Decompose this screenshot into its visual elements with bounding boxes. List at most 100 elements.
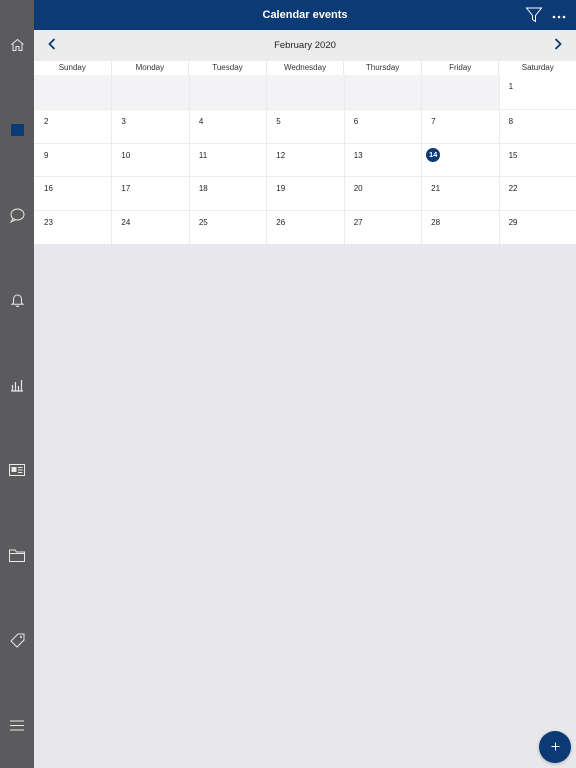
day-number: 18 bbox=[198, 184, 208, 194]
calendar-day-cell[interactable]: 7 bbox=[421, 108, 499, 143]
weekday-label: Friday bbox=[420, 61, 499, 75]
sidebar-item-news[interactable] bbox=[0, 455, 34, 485]
plus-icon bbox=[551, 738, 560, 756]
add-event-button[interactable] bbox=[539, 731, 571, 763]
calendar-day-cell[interactable]: 9 bbox=[34, 142, 112, 177]
sidebar bbox=[0, 0, 34, 768]
day-number: 8 bbox=[508, 116, 514, 126]
calendar-day-cell[interactable]: 1 bbox=[498, 75, 576, 109]
weekday-label: Tuesday bbox=[188, 61, 266, 75]
calendar-empty-cell bbox=[266, 75, 344, 109]
calendar-day-cell[interactable]: 16 bbox=[34, 176, 112, 211]
sidebar-item-calendar[interactable] bbox=[0, 115, 34, 145]
calendar-empty-cell bbox=[343, 75, 422, 109]
filter-button[interactable] bbox=[525, 6, 543, 24]
chat-icon bbox=[9, 208, 25, 223]
sidebar-item-menu[interactable] bbox=[0, 710, 34, 740]
month-label: February 2020 bbox=[274, 40, 336, 51]
sidebar-item-tags[interactable] bbox=[0, 625, 34, 655]
calendar-day-cell[interactable]: 12 bbox=[266, 142, 344, 177]
calendar-day-cell[interactable]: 18 bbox=[188, 176, 267, 211]
tag-icon bbox=[9, 633, 25, 648]
weekday-label: Sunday bbox=[58, 63, 86, 72]
calendar-day-cell[interactable]: 3 bbox=[111, 108, 189, 143]
more-icon bbox=[552, 6, 566, 24]
calendar-day-cell[interactable]: 11 bbox=[188, 142, 267, 177]
sidebar-item-notifications[interactable] bbox=[0, 285, 34, 315]
calendar-day-cell[interactable]: 20 bbox=[343, 176, 422, 211]
home-icon bbox=[10, 38, 25, 52]
newspaper-icon bbox=[9, 464, 25, 476]
page-title: Calendar events bbox=[262, 9, 348, 21]
weekday-label: Saturday bbox=[498, 61, 576, 75]
calendar-icon bbox=[10, 124, 24, 136]
folder-icon bbox=[9, 549, 25, 562]
day-number: 25 bbox=[198, 218, 208, 228]
day-number: 20 bbox=[353, 184, 363, 194]
day-number: 21 bbox=[431, 184, 441, 194]
sidebar-item-home[interactable] bbox=[0, 30, 34, 60]
day-number: 19 bbox=[276, 184, 286, 194]
day-number: 15 bbox=[508, 150, 518, 160]
filter-icon bbox=[525, 7, 543, 28]
day-number: 16 bbox=[44, 184, 53, 194]
calendar-empty-cell bbox=[111, 75, 189, 109]
calendar-day-cell[interactable]: 2 bbox=[34, 108, 112, 143]
day-number: 24 bbox=[121, 218, 131, 228]
calendar-day-cell[interactable]: 29 bbox=[498, 210, 576, 244]
chevron-right-icon bbox=[554, 37, 562, 55]
bell-icon bbox=[10, 293, 24, 307]
weekday-header-row: Sunday Monday Tuesday Wednesday Thursday… bbox=[34, 61, 576, 75]
today-day-number: 14 bbox=[426, 147, 441, 162]
day-number: 26 bbox=[276, 218, 286, 228]
calendar-day-cell[interactable]: 17 bbox=[111, 176, 189, 211]
calendar-empty-cell bbox=[421, 75, 499, 109]
month-navigation-bar: February 2020 bbox=[34, 30, 576, 61]
hamburger-icon bbox=[10, 720, 24, 731]
chart-icon bbox=[10, 378, 24, 392]
calendar-day-cell[interactable]: 21 bbox=[421, 176, 499, 211]
calendar-day-cell[interactable]: 14 bbox=[421, 142, 499, 177]
day-number: 3 bbox=[121, 116, 126, 126]
calendar-day-cell[interactable]: 5 bbox=[266, 108, 344, 143]
calendar-day-cell[interactable]: 27 bbox=[343, 210, 422, 244]
calendar-day-cell[interactable]: 23 bbox=[34, 210, 112, 244]
calendar-day-cell[interactable]: 28 bbox=[421, 210, 499, 244]
more-button[interactable] bbox=[548, 6, 570, 24]
calendar-day-cell[interactable]: 26 bbox=[266, 210, 344, 244]
calendar-day-cell[interactable]: 19 bbox=[266, 176, 344, 211]
day-number: 12 bbox=[276, 150, 286, 160]
sidebar-item-files[interactable] bbox=[0, 540, 34, 570]
day-number: 11 bbox=[198, 150, 208, 160]
day-number: 4 bbox=[198, 116, 204, 126]
calendar-day-cell[interactable]: 6 bbox=[343, 108, 422, 143]
calendar-empty-cell bbox=[188, 75, 267, 109]
day-number: 2 bbox=[44, 116, 49, 126]
day-number: 5 bbox=[276, 116, 281, 126]
app-header: Calendar events bbox=[34, 0, 576, 30]
calendar-grid: 1 2 3 4 5 6 7 8 9 10 11 12 13 14 15 16 17 18 19 20 21 22 23 24 2… bbox=[34, 75, 576, 244]
calendar-day-cell[interactable]: 24 bbox=[111, 210, 189, 244]
calendar-day-cell[interactable]: 4 bbox=[188, 108, 267, 143]
day-number: 22 bbox=[508, 184, 518, 194]
day-number: 13 bbox=[353, 150, 363, 160]
calendar-empty-cell bbox=[34, 75, 112, 109]
next-month-button[interactable] bbox=[549, 37, 567, 55]
day-number: 29 bbox=[508, 218, 518, 228]
calendar-day-cell[interactable]: 13 bbox=[343, 142, 422, 177]
day-number: 7 bbox=[431, 116, 436, 126]
day-number: 1 bbox=[508, 82, 514, 91]
sidebar-item-chat[interactable] bbox=[0, 200, 34, 230]
weekday-label: Thursday bbox=[343, 61, 421, 75]
day-number: 9 bbox=[44, 150, 49, 160]
calendar-day-cell[interactable]: 22 bbox=[498, 176, 576, 211]
day-number: 10 bbox=[121, 150, 131, 160]
calendar-day-cell[interactable]: 25 bbox=[188, 210, 267, 244]
weekday-label: Wednesday bbox=[265, 61, 344, 75]
calendar-day-cell[interactable]: 8 bbox=[498, 108, 576, 143]
calendar-day-cell[interactable]: 10 bbox=[111, 142, 189, 177]
day-number: 6 bbox=[353, 116, 359, 126]
calendar-day-cell[interactable]: 15 bbox=[498, 142, 576, 177]
sidebar-item-reports[interactable] bbox=[0, 370, 34, 400]
day-number: 17 bbox=[121, 184, 131, 194]
